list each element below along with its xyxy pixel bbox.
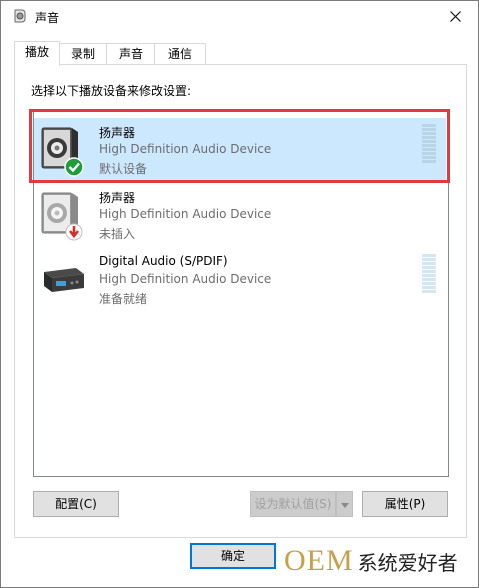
set-default-button[interactable]: 设为默认值(S) <box>250 491 336 517</box>
properties-button[interactable]: 属性(P) <box>362 491 448 517</box>
device-status: 未插入 <box>99 227 136 241</box>
device-description: High Definition Audio Device <box>99 207 272 221</box>
unplugged-badge-icon <box>65 223 83 241</box>
title-bar: 声音 <box>1 1 478 31</box>
close-icon <box>449 10 461 22</box>
watermark-logo: OEM 系统爱好者 <box>282 543 476 579</box>
watermark-brand: OEM <box>284 544 354 577</box>
volume-meter <box>422 254 436 296</box>
device-description: High Definition Audio Device <box>99 272 272 286</box>
sound-app-icon <box>14 9 26 23</box>
close-button[interactable] <box>432 1 478 31</box>
tab-communications[interactable]: 通信 <box>154 43 206 65</box>
device-item-speakers-unplugged[interactable]: 扬声器 High Definition Audio Device 未插入 <box>34 183 446 247</box>
ok-button[interactable]: 确定 <box>190 543 276 569</box>
tab-playback[interactable]: 播放 <box>14 41 60 66</box>
window-title: 声音 <box>35 11 60 25</box>
device-name: Digital Audio (S/PDIF) <box>99 254 228 268</box>
tab-recording[interactable]: 录制 <box>58 43 108 65</box>
device-item-digital-audio[interactable]: Digital Audio (S/PDIF) High Definition A… <box>34 248 446 312</box>
chevron-down-icon <box>340 503 349 508</box>
digital-audio-device-icon <box>44 268 84 292</box>
device-status: 准备就绪 <box>99 292 148 306</box>
selection-highlight-annotation <box>29 109 450 183</box>
tab-sounds[interactable]: 声音 <box>106 43 156 65</box>
sound-dialog: 声音 播放 录制 声音 通信 选择以下播放设备来修改设置: 扬声器 High D… <box>0 0 479 588</box>
set-default-dropdown[interactable] <box>336 491 353 517</box>
speaker-icon <box>41 192 83 241</box>
device-name: 扬声器 <box>99 191 136 205</box>
watermark-text: 系统爱好者 <box>357 550 458 575</box>
instruction-label: 选择以下播放设备来修改设置: <box>31 84 192 98</box>
configure-button[interactable]: 配置(C) <box>33 491 119 517</box>
